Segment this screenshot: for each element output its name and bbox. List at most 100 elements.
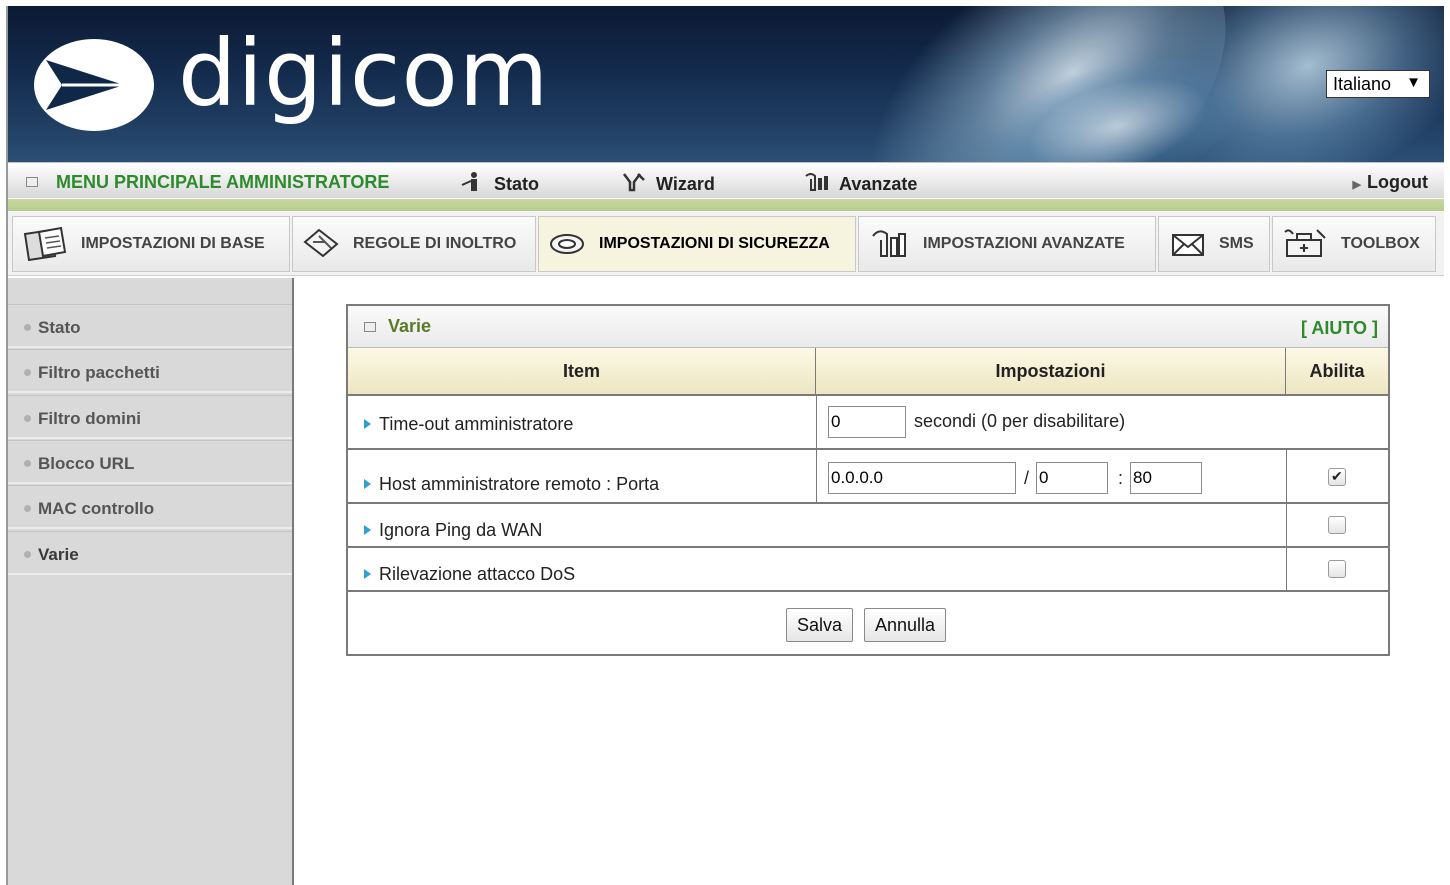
cancel-button[interactable]: Annulla xyxy=(864,608,947,642)
table-row-dos: Rilevazione attacco DoS xyxy=(348,548,1388,592)
ignore-ping-checkbox[interactable] xyxy=(1328,516,1346,534)
timeout-input[interactable] xyxy=(828,406,906,438)
table-row-ping-wan: Ignora Ping da WAN xyxy=(348,504,1388,548)
tab-toolbox[interactable]: TOOLBOX xyxy=(1272,216,1436,272)
folder-icon xyxy=(23,226,67,262)
person-icon xyxy=(461,172,477,191)
menu-stato-label: Stato xyxy=(494,174,539,194)
tab-regole-inoltro[interactable]: REGOLE DI INOLTRO xyxy=(292,216,536,272)
envelope-icon xyxy=(1172,234,1204,256)
bullet-icon xyxy=(24,460,31,467)
language-select[interactable]: Italiano ▼ xyxy=(1326,70,1430,98)
app-frame: digicom Italiano ▼ MENU PRINCIPALE AMMIN… xyxy=(6,6,1444,885)
remote-admin-checkbox[interactable] xyxy=(1328,468,1346,486)
logout-link[interactable]: ▶ Logout xyxy=(1353,172,1428,193)
bullet-icon xyxy=(24,369,31,376)
column-divider xyxy=(816,450,817,502)
panel-title-bar: Varie [ AIUTO ] xyxy=(348,306,1388,348)
square-bullet-icon xyxy=(26,177,38,187)
row-label-text: Time-out amministratore xyxy=(379,414,574,434)
arrows-icon xyxy=(303,228,339,258)
sidebar: Stato Filtro pacchetti Filtro domini Blo… xyxy=(8,278,294,885)
menu-stato-link[interactable]: Stato xyxy=(458,172,539,195)
sidebar-item-label: Filtro domini xyxy=(38,409,141,428)
host-separator: / xyxy=(1024,468,1030,488)
tab-label: IMPOSTAZIONI AVANZATE xyxy=(923,235,1125,252)
square-bullet-icon xyxy=(364,322,376,332)
save-button[interactable]: Salva xyxy=(786,608,854,642)
tab-label: IMPOSTAZIONI DI BASE xyxy=(81,235,265,252)
panel-title: Varie xyxy=(388,316,432,336)
column-divider xyxy=(1286,450,1287,502)
tab-impostazioni-base[interactable]: IMPOSTAZIONI DI BASE xyxy=(12,216,290,272)
header-banner: digicom Italiano ▼ xyxy=(8,6,1444,162)
column-header-impostazioni: Impostazioni xyxy=(816,348,1286,396)
row-label: Time-out amministratore xyxy=(364,414,573,435)
bullet-icon xyxy=(24,551,31,558)
menu-wizard-label: Wizard xyxy=(656,174,715,194)
remote-port-input[interactable] xyxy=(1130,462,1202,494)
sidebar-item-stato[interactable]: Stato xyxy=(8,304,292,348)
tab-label: SMS xyxy=(1219,235,1254,252)
wizard-icon xyxy=(623,173,645,192)
tab-sms[interactable]: SMS xyxy=(1158,216,1270,272)
digicom-logo-icon xyxy=(34,39,154,131)
sidebar-item-label: Filtro pacchetti xyxy=(38,363,160,382)
remote-host-input[interactable] xyxy=(828,462,1016,494)
triangle-bullet-icon xyxy=(364,525,371,535)
tab-impostazioni-avanzate[interactable]: IMPOSTAZIONI AVANZATE xyxy=(858,216,1156,272)
bullet-icon xyxy=(24,415,31,422)
tab-label: REGOLE DI INOLTRO xyxy=(353,235,517,252)
sidebar-item-blocco-url[interactable]: Blocco URL xyxy=(8,440,292,484)
bullet-icon xyxy=(24,505,31,512)
timeout-suffix: secondi (0 per disabilitare) xyxy=(914,411,1126,431)
row-label-text: Ignora Ping da WAN xyxy=(379,520,543,540)
language-value: Italiano xyxy=(1333,74,1392,94)
triangle-bullet-icon xyxy=(364,569,371,579)
port-separator: : xyxy=(1118,468,1124,488)
tools-icon xyxy=(872,230,906,257)
column-divider xyxy=(816,396,817,448)
tab-label: IMPOSTAZIONI DI SICUREZZA xyxy=(599,235,830,252)
column-header-abilita: Abilita xyxy=(1286,348,1388,396)
logout-label: Logout xyxy=(1367,172,1428,192)
top-menu-bar: MENU PRINCIPALE AMMINISTRATORE Stato Wiz… xyxy=(8,162,1444,211)
sidebar-item-varie[interactable]: Varie xyxy=(8,531,292,575)
shield-icon xyxy=(550,234,584,254)
menu-wizard-link[interactable]: Wizard xyxy=(620,172,715,195)
column-header-item: Item xyxy=(348,348,816,396)
sidebar-item-label: Blocco URL xyxy=(38,454,135,473)
column-divider xyxy=(1286,504,1287,546)
tab-impostazioni-sicurezza[interactable]: IMPOSTAZIONI DI SICUREZZA xyxy=(538,216,856,272)
menu-avanzate-link[interactable]: Avanzate xyxy=(803,172,917,195)
help-link[interactable]: [ AIUTO ] xyxy=(1301,318,1378,339)
triangle-bullet-icon xyxy=(364,479,371,489)
row-label-text: Rilevazione attacco DoS xyxy=(379,564,576,584)
sidebar-item-filtro-domini[interactable]: Filtro domini xyxy=(8,395,292,439)
row-label: Rilevazione attacco DoS xyxy=(364,564,575,585)
varie-panel: Varie [ AIUTO ] Item Impostazioni Abilit… xyxy=(346,304,1390,656)
main-tabs: IMPOSTAZIONI DI BASE REGOLE DI INOLTRO I… xyxy=(8,212,1444,276)
dos-detection-checkbox[interactable] xyxy=(1328,560,1346,578)
triangle-bullet-icon xyxy=(364,419,371,429)
sidebar-item-label: Varie xyxy=(38,545,79,564)
admin-main-menu-label: MENU PRINCIPALE AMMINISTRATORE xyxy=(56,172,390,192)
brand-logo-text: digicom xyxy=(178,20,550,127)
sidebar-item-filtro-pacchetti[interactable]: Filtro pacchetti xyxy=(8,349,292,393)
row-label: Ignora Ping da WAN xyxy=(364,520,542,541)
table-row-remote-host: Host amministratore remoto : Porta / : xyxy=(348,450,1388,504)
sidebar-item-label: Stato xyxy=(38,318,81,337)
arrow-right-icon: ▶ xyxy=(1352,179,1362,191)
sidebar-item-mac-controllo[interactable]: MAC controllo xyxy=(8,485,292,529)
dropdown-arrow-icon: ▼ xyxy=(1406,74,1421,91)
table-row-timeout: Time-out amministratore secondi (0 per d… xyxy=(348,396,1388,450)
row-label: Host amministratore remoto : Porta xyxy=(364,474,659,495)
remote-mask-input[interactable] xyxy=(1036,462,1108,494)
admin-main-menu-link[interactable]: MENU PRINCIPALE AMMINISTRATORE xyxy=(26,172,389,193)
tools-icon xyxy=(805,173,828,191)
toolbox-icon xyxy=(1284,229,1326,257)
row-label-text: Host amministratore remoto : Porta xyxy=(379,474,660,494)
bullet-icon xyxy=(24,324,31,331)
sidebar-item-label: MAC controllo xyxy=(38,499,155,518)
menu-avanzate-label: Avanzate xyxy=(839,174,918,194)
